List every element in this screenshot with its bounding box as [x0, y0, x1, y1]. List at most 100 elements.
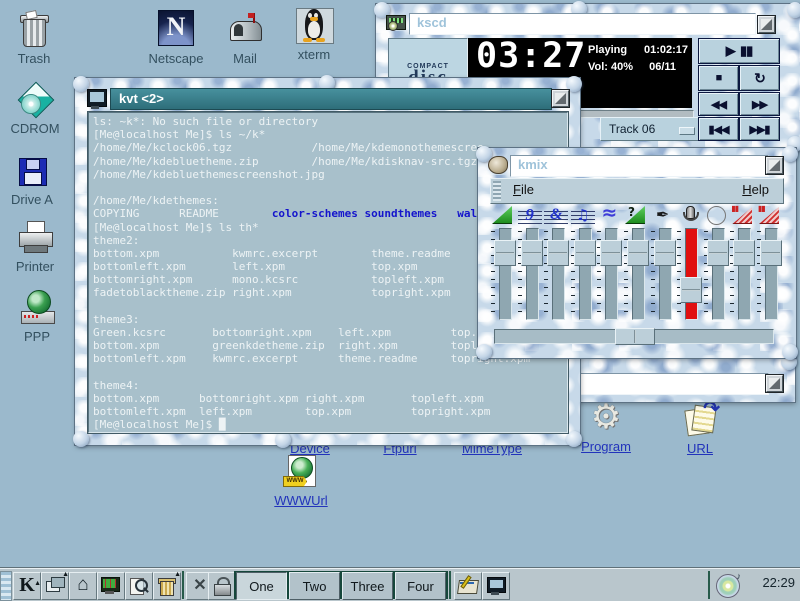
- unknown-icon[interactable]: ?: [624, 205, 652, 225]
- desktop-page-three[interactable]: Three: [342, 572, 393, 600]
- mixer-channel-treble: &: [543, 205, 569, 325]
- maximize-button[interactable]: [552, 90, 569, 107]
- mute-2-icon[interactable]: [757, 205, 781, 225]
- mixer-channel-microphone: [676, 205, 702, 325]
- volume-slider-midi[interactable]: [570, 228, 596, 320]
- desktop-icon-ppp[interactable]: PPP: [5, 288, 69, 344]
- slider-handle[interactable]: [707, 240, 729, 266]
- desktop-icon-printer[interactable]: Printer: [3, 218, 67, 274]
- icon-label: CDROM: [3, 121, 67, 136]
- maximize-button[interactable]: [758, 16, 775, 33]
- terminal-icon: [487, 577, 506, 593]
- desktop-icon-drive-a[interactable]: Drive A: [0, 151, 64, 207]
- stop-button[interactable]: ■: [698, 65, 739, 91]
- volume-slider-unknown[interactable]: [623, 228, 649, 320]
- templates-button[interactable]: ▲: [153, 572, 181, 600]
- mute-1-icon[interactable]: [730, 205, 754, 225]
- terminal-button[interactable]: [482, 572, 510, 600]
- slider-handle[interactable]: [680, 277, 702, 303]
- lock-screen-button[interactable]: [208, 572, 236, 600]
- maximize-button[interactable]: [766, 375, 783, 392]
- desktop-icon-xterm[interactable]: xterm: [282, 6, 346, 62]
- terminal-line: [Me@localhost Me]$ ls ~/k*: [93, 128, 567, 141]
- treble-icon[interactable]: &: [544, 205, 568, 225]
- desktop-page-four[interactable]: Four: [395, 572, 446, 600]
- rewind-button[interactable]: ◀◀: [698, 92, 739, 116]
- panel-hide-handle[interactable]: [0, 571, 12, 601]
- volume-slider-mute-1[interactable]: [729, 228, 755, 320]
- help-button[interactable]: [454, 572, 482, 600]
- microphone-icon[interactable]: [677, 205, 701, 225]
- desktop-page-one[interactable]: One: [236, 572, 287, 600]
- display-settings-button[interactable]: [97, 572, 125, 600]
- desktop-page-two[interactable]: Two: [289, 572, 340, 600]
- gear-icon: ⚙: [586, 398, 626, 438]
- desktop-icon-wwwurl[interactable]: WWW WWWUrl: [269, 452, 333, 508]
- desktop-icon-program[interactable]: ⚙ Program: [574, 398, 638, 454]
- desktop-icon-url[interactable]: ↷ URL: [668, 400, 732, 456]
- volume-slider-bass[interactable]: [517, 228, 543, 320]
- kscd-window-icon[interactable]: [386, 14, 406, 32]
- kscd-tray-icon[interactable]: [716, 574, 740, 598]
- volume-slider-cd[interactable]: [703, 228, 729, 320]
- slider-handle[interactable]: [600, 240, 622, 266]
- document-arrow-icon: ↷: [680, 400, 720, 440]
- forward-button[interactable]: ▶▶: [739, 92, 780, 116]
- volume-slider-pcm[interactable]: [596, 228, 622, 320]
- slider-handle[interactable]: [521, 240, 543, 266]
- slider-handle[interactable]: [494, 240, 516, 266]
- popup-arrow-icon: ▲: [34, 571, 41, 595]
- desktop-icon-trash[interactable]: Trash: [2, 10, 66, 66]
- desktop-icon-netscape[interactable]: N Netscape: [144, 8, 208, 66]
- icon-label: Trash: [2, 51, 66, 66]
- menu-file[interactable]: File: [513, 182, 534, 197]
- menu-help[interactable]: Help: [742, 182, 769, 197]
- midi-icon[interactable]: ♫: [571, 205, 595, 225]
- volume-icon[interactable]: [491, 205, 515, 225]
- desktop-icon-mail[interactable]: Mail: [213, 10, 277, 66]
- globe-page-icon: WWW: [281, 452, 321, 492]
- window-title[interactable]: kscd: [409, 13, 756, 35]
- slider-handle[interactable]: [760, 240, 782, 266]
- window-title[interactable]: kvt <2>: [110, 88, 552, 110]
- maximize-button[interactable]: [766, 157, 783, 174]
- printer-icon: [15, 218, 55, 258]
- slider-handle[interactable]: [574, 240, 596, 266]
- cd-icon[interactable]: [704, 205, 728, 225]
- volume-slider-mute-2[interactable]: [756, 228, 782, 320]
- floppy-icon: [12, 151, 52, 191]
- balance-slider[interactable]: [494, 329, 774, 344]
- k-menu-button[interactable]: K▲: [13, 572, 41, 600]
- terminal-icon: [87, 89, 107, 107]
- slider-handle[interactable]: [627, 240, 649, 266]
- volume-slider-volume[interactable]: [490, 228, 516, 320]
- balance-handle[interactable]: [615, 328, 655, 345]
- mixer-channel-midi: ♫: [570, 205, 596, 325]
- menubar-drag-handle[interactable]: [493, 181, 501, 201]
- window-list-button[interactable]: ▲: [41, 572, 69, 600]
- terminal-line: ls: ~k*: No such file or directory: [93, 115, 567, 128]
- disk-navigator-button[interactable]: [125, 572, 153, 600]
- repeat-button[interactable]: ↻: [739, 65, 780, 91]
- terminal-line: [93, 366, 567, 379]
- window-title[interactable]: kmix: [510, 155, 769, 177]
- previous-track-button[interactable]: ▮◀◀: [698, 117, 739, 141]
- home-directory-button[interactable]: ⌂: [69, 572, 97, 600]
- slider-handle[interactable]: [654, 240, 676, 266]
- window-title[interactable]: [566, 373, 769, 395]
- desktop-icon-cdrom[interactable]: CDROM: [3, 80, 67, 136]
- volume-slider-microphone[interactable]: [676, 228, 702, 320]
- next-track-button[interactable]: ▶▶▮: [739, 117, 780, 141]
- volume-slider-treble[interactable]: [543, 228, 569, 320]
- slider-handle[interactable]: [547, 240, 569, 266]
- volume-slider-line-in[interactable]: [650, 228, 676, 320]
- play-pause-button[interactable]: ▶ ▮▮: [698, 38, 780, 64]
- slider-handle[interactable]: [733, 240, 755, 266]
- line-in-icon[interactable]: ✒: [651, 205, 675, 225]
- track-selector[interactable]: Track 06: [600, 117, 702, 141]
- slider-track[interactable]: [685, 228, 698, 320]
- pcm-icon[interactable]: ≈: [597, 205, 621, 225]
- kvt-window-icon[interactable]: [87, 89, 107, 107]
- kmix-window-icon[interactable]: [488, 156, 508, 174]
- bass-icon[interactable]: 9: [518, 205, 542, 225]
